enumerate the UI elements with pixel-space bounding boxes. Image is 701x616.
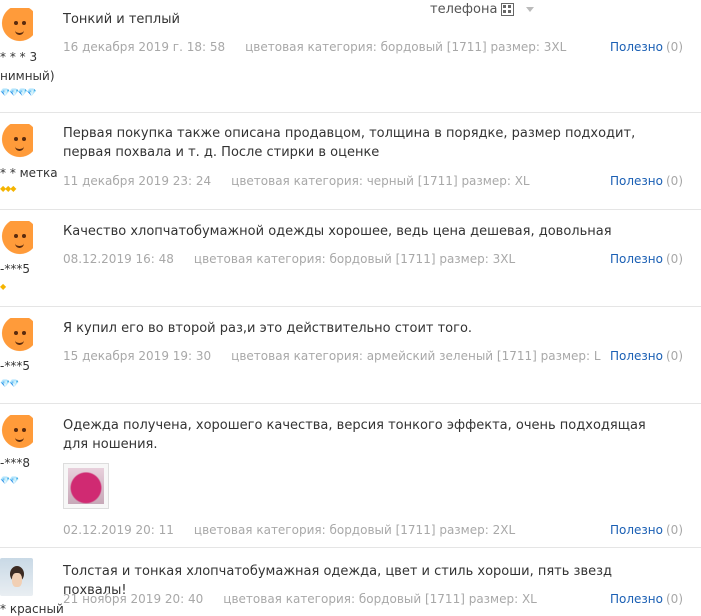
useful-count: (0)	[666, 252, 683, 266]
useful-button[interactable]: Полезно (0)	[610, 592, 683, 606]
user-avatar[interactable]	[0, 8, 33, 46]
review-meta: 16 декабря 2019 г. 18: 58 цветовая катего…	[63, 40, 566, 54]
user-avatar[interactable]	[0, 221, 33, 259]
review-meta: 15 декабря 2019 19: 30 цветовая категория…	[63, 349, 601, 363]
useful-button[interactable]: Полезно (0)	[610, 523, 683, 537]
review-date: 16 декабря 2019 г. 18: 58	[63, 40, 226, 54]
user-avatar[interactable]	[0, 318, 33, 356]
review-item: * * * 3 нимный) 💎💎💎💎 Тонкий и теплый 16 …	[0, 0, 701, 113]
review-meta: 02.12.2019 20: 11 цветовая категория: бор…	[63, 523, 515, 537]
review-date: 08.12.2019 16: 48	[63, 252, 174, 266]
review-text: Тонкий и теплый	[63, 12, 180, 27]
review-text: Первая покупка также описана продавцом, …	[63, 126, 636, 160]
useful-label[interactable]: Полезно	[610, 174, 663, 188]
review-text: Я купил его во второй раз,и это действит…	[63, 321, 473, 336]
useful-button[interactable]: Полезно (0)	[610, 252, 683, 266]
review-photo	[68, 468, 104, 504]
user-avatar[interactable]	[0, 124, 33, 162]
review-date: 02.12.2019 20: 11	[63, 523, 174, 537]
useful-label[interactable]: Полезно	[610, 523, 663, 537]
user-level-icons: ◆◆◆	[0, 184, 17, 193]
useful-label[interactable]: Полезно	[610, 349, 663, 363]
useful-count: (0)	[666, 592, 683, 606]
useful-count: (0)	[666, 349, 683, 363]
useful-count: (0)	[666, 523, 683, 537]
useful-button[interactable]: Полезно (0)	[610, 40, 683, 54]
useful-count: (0)	[666, 40, 683, 54]
review-photo-thumbnail[interactable]	[63, 463, 109, 509]
review-category: цветовая категория: бордовый [1711] разм…	[193, 523, 516, 537]
useful-label[interactable]: Полезно	[610, 252, 663, 266]
user-name: -***5	[0, 262, 30, 276]
review-category: цветовая категория: армейский зеленый [1…	[231, 349, 601, 363]
review-category: цветовая категория: бордовый [1711] разм…	[223, 592, 537, 606]
user-name: -***8	[0, 456, 30, 470]
user-level-icons: 💎💎	[0, 379, 19, 388]
useful-button[interactable]: Полезно (0)	[610, 174, 683, 188]
review-text: Качество хлопчатобумажной одежды хорошее…	[63, 224, 612, 239]
review-date: 11 декабря 2019 23: 24	[63, 174, 212, 188]
review-meta: 08.12.2019 16: 48 цветовая категория: бор…	[63, 252, 515, 266]
review-item: -***8 💎💎 Одежда получена, хорошего качес…	[0, 404, 701, 548]
user-level-icons: ◆	[0, 282, 6, 291]
review-meta: 21 ноября 2019 20: 40 цветовая категория:…	[63, 592, 537, 606]
user-name: -***5	[0, 359, 30, 373]
user-name: * * метка	[0, 166, 58, 180]
useful-count: (0)	[666, 174, 683, 188]
review-meta: 11 декабря 2019 23: 24 цветовая категория…	[63, 174, 530, 188]
review-date: 21 ноября 2019 20: 40	[63, 592, 204, 606]
useful-label[interactable]: Полезно	[610, 592, 663, 606]
review-date: 15 декабря 2019 19: 30	[63, 349, 212, 363]
review-text: Одежда получена, хорошего качества, верс…	[63, 418, 646, 452]
user-name-line2: нимный)	[0, 69, 55, 83]
user-avatar[interactable]	[0, 558, 33, 596]
user-level-icons: 💎💎💎💎	[0, 88, 37, 97]
review-category: цветовая категория: черный [1711] размер…	[231, 174, 530, 188]
review-category: цветовая категория: бордовый [1711] разм…	[245, 40, 567, 54]
review-category: цветовая категория: бордовый [1711] разм…	[193, 252, 516, 266]
useful-label[interactable]: Полезно	[610, 40, 663, 54]
review-item: -***5 💎💎 Я купил его во второй раз,и это…	[0, 307, 701, 404]
review-item: * * метка ◆◆◆ Первая покупка также описа…	[0, 113, 701, 210]
user-avatar[interactable]	[0, 415, 33, 453]
user-level-icons: 💎💎	[0, 476, 19, 485]
user-name: * * * 3	[0, 50, 38, 64]
review-item: * красный Толстая и тонкая хлопчатобумаж…	[0, 548, 701, 616]
useful-button[interactable]: Полезно (0)	[610, 349, 683, 363]
review-item: -***5 ◆ Качество хлопчатобумажной одежды…	[0, 210, 701, 307]
